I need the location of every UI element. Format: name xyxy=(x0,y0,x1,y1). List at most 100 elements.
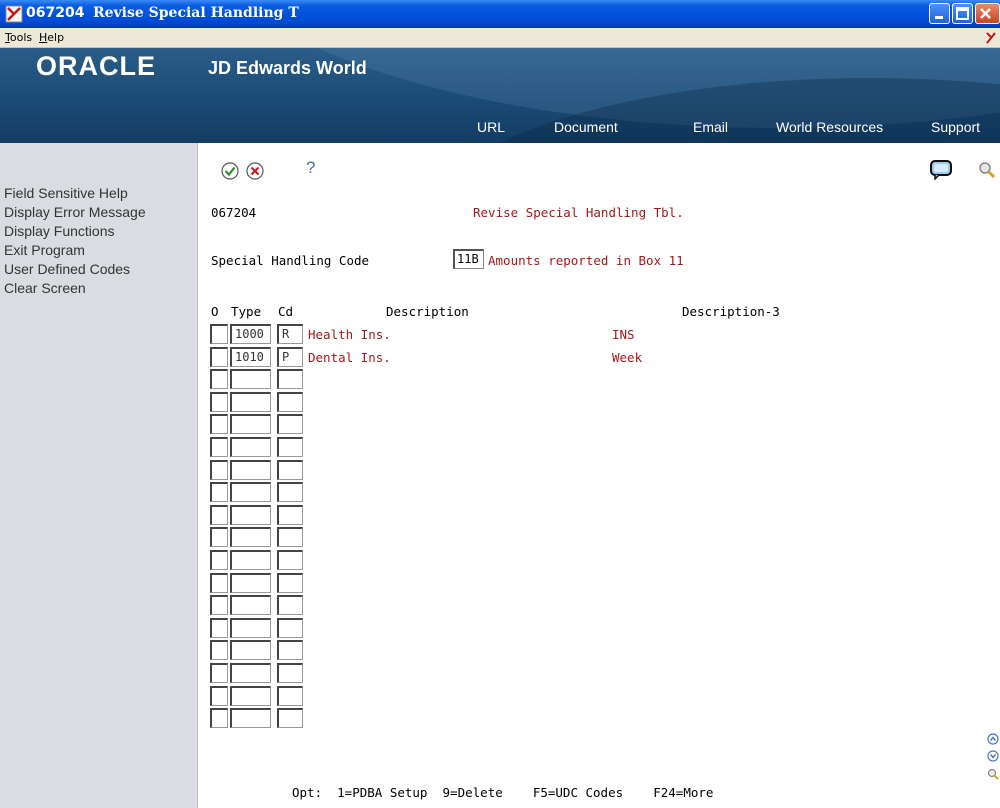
maximize-icon xyxy=(956,7,969,20)
row-type-field[interactable] xyxy=(230,527,271,547)
row-type-field[interactable] xyxy=(230,437,271,457)
row-description3: Week xyxy=(612,350,643,365)
row-code-field[interactable] xyxy=(277,618,303,638)
cancel-icon[interactable] xyxy=(246,162,264,180)
menu-bar: Tools Help xyxy=(0,28,1000,48)
chat-bubble-icon[interactable] xyxy=(930,160,952,180)
col-header-description: Description xyxy=(386,304,469,319)
row-type-field[interactable]: 1010 xyxy=(230,347,271,367)
row-code-field[interactable] xyxy=(277,527,303,547)
nav-link-url[interactable]: URL xyxy=(477,119,505,135)
row-code-field[interactable]: P xyxy=(277,347,303,367)
row-option-field[interactable] xyxy=(210,460,228,480)
lp-user-defined-codes[interactable]: User Defined Codes xyxy=(4,261,130,277)
row-option-field[interactable] xyxy=(210,369,228,389)
search-icon[interactable] xyxy=(978,161,996,179)
help-icon[interactable]: ? xyxy=(306,158,315,178)
row-option-field[interactable] xyxy=(210,527,228,547)
row-code-field[interactable] xyxy=(277,460,303,480)
row-type-field[interactable] xyxy=(230,392,271,412)
row-option-field[interactable] xyxy=(210,392,228,412)
row-description3: INS xyxy=(612,327,635,342)
row-option-field[interactable] xyxy=(210,708,228,728)
row-type-field[interactable] xyxy=(230,505,271,525)
row-option-field[interactable] xyxy=(210,550,228,570)
menu-help-label: elp xyxy=(47,31,65,44)
row-type-field[interactable] xyxy=(230,573,271,593)
check-icon[interactable] xyxy=(221,162,239,180)
row-type-field[interactable]: 1000 xyxy=(230,324,271,344)
lp-exit-program[interactable]: Exit Program xyxy=(4,242,85,258)
page-up-icon[interactable] xyxy=(987,733,999,745)
app-icon xyxy=(5,5,23,23)
col-header-description3: Description-3 xyxy=(682,304,780,319)
row-option-field[interactable] xyxy=(210,686,228,706)
row-code-field[interactable] xyxy=(277,595,303,615)
form-heading: Revise Special Handling Tbl. xyxy=(473,205,684,220)
menu-tools[interactable]: Tools xyxy=(5,31,32,44)
row-code-field[interactable] xyxy=(277,369,303,389)
lp-clear-screen[interactable]: Clear Screen xyxy=(4,280,86,296)
lp-field-sensitive-help[interactable]: Field Sensitive Help xyxy=(4,185,128,201)
nav-link-email[interactable]: Email xyxy=(693,119,728,135)
special-handling-code-input[interactable]: 11B xyxy=(453,249,484,269)
window-title: Revise Special Handling T xyxy=(93,5,299,21)
oracle-logo: ORACLE xyxy=(36,51,156,81)
row-type-field[interactable] xyxy=(230,482,271,502)
row-code-field[interactable] xyxy=(277,573,303,593)
row-option-field[interactable] xyxy=(210,618,228,638)
row-code-field[interactable] xyxy=(277,414,303,434)
row-type-field[interactable] xyxy=(230,618,271,638)
row-type-field[interactable] xyxy=(230,414,271,434)
row-code-field[interactable] xyxy=(277,708,303,728)
lp-display-functions[interactable]: Display Functions xyxy=(4,223,115,239)
row-option-field[interactable] xyxy=(210,437,228,457)
row-code-field[interactable] xyxy=(277,392,303,412)
row-code-field[interactable] xyxy=(277,640,303,660)
col-header-cd: Cd xyxy=(278,304,294,319)
row-option-field[interactable] xyxy=(210,640,228,660)
row-option-field[interactable] xyxy=(210,324,228,344)
row-code-field[interactable] xyxy=(277,663,303,683)
nav-link-document[interactable]: Document xyxy=(554,119,618,135)
nav-link-world-resources[interactable]: World Resources xyxy=(776,119,883,135)
row-code-field[interactable] xyxy=(277,437,303,457)
function-key-legend: Opt: 1=PDBA Setup 9=Delete F5=UDC Codes … xyxy=(292,785,714,800)
row-code-field[interactable] xyxy=(277,550,303,570)
maximize-button[interactable] xyxy=(952,3,973,24)
menu-help[interactable]: Help xyxy=(39,31,64,44)
row-code-field[interactable] xyxy=(277,482,303,502)
row-type-field[interactable] xyxy=(230,686,271,706)
row-type-field[interactable] xyxy=(230,640,271,660)
row-description: Dental Ins. xyxy=(308,350,391,365)
title-bar: 067204 Revise Special Handling T xyxy=(0,0,1000,28)
lp-display-error-message[interactable]: Display Error Message xyxy=(4,204,146,220)
row-option-field[interactable] xyxy=(210,347,228,367)
special-handling-description: Amounts reported in Box 11 xyxy=(488,253,684,268)
row-type-field[interactable] xyxy=(230,460,271,480)
row-type-field[interactable] xyxy=(230,708,271,728)
row-option-field[interactable] xyxy=(210,595,228,615)
zoom-icon[interactable] xyxy=(987,768,999,780)
col-header-option: O xyxy=(211,304,219,319)
toolbar: ? xyxy=(198,143,1000,183)
minimize-button[interactable] xyxy=(929,3,950,24)
row-code-field[interactable] xyxy=(277,686,303,706)
row-code-field[interactable] xyxy=(277,505,303,525)
row-type-field[interactable] xyxy=(230,369,271,389)
form-program-id: 067204 xyxy=(211,205,257,220)
page-down-icon[interactable] xyxy=(987,750,999,762)
row-type-field[interactable] xyxy=(230,550,271,570)
minimize-icon xyxy=(935,16,943,19)
row-type-field[interactable] xyxy=(230,595,271,615)
nav-link-support[interactable]: Support xyxy=(931,119,980,135)
corner-logo-icon xyxy=(986,32,996,44)
row-option-field[interactable] xyxy=(210,663,228,683)
row-option-field[interactable] xyxy=(210,482,228,502)
row-option-field[interactable] xyxy=(210,414,228,434)
row-type-field[interactable] xyxy=(230,663,271,683)
row-option-field[interactable] xyxy=(210,573,228,593)
close-button[interactable] xyxy=(975,3,1000,24)
row-option-field[interactable] xyxy=(210,505,228,525)
row-code-field[interactable]: R xyxy=(277,324,303,344)
